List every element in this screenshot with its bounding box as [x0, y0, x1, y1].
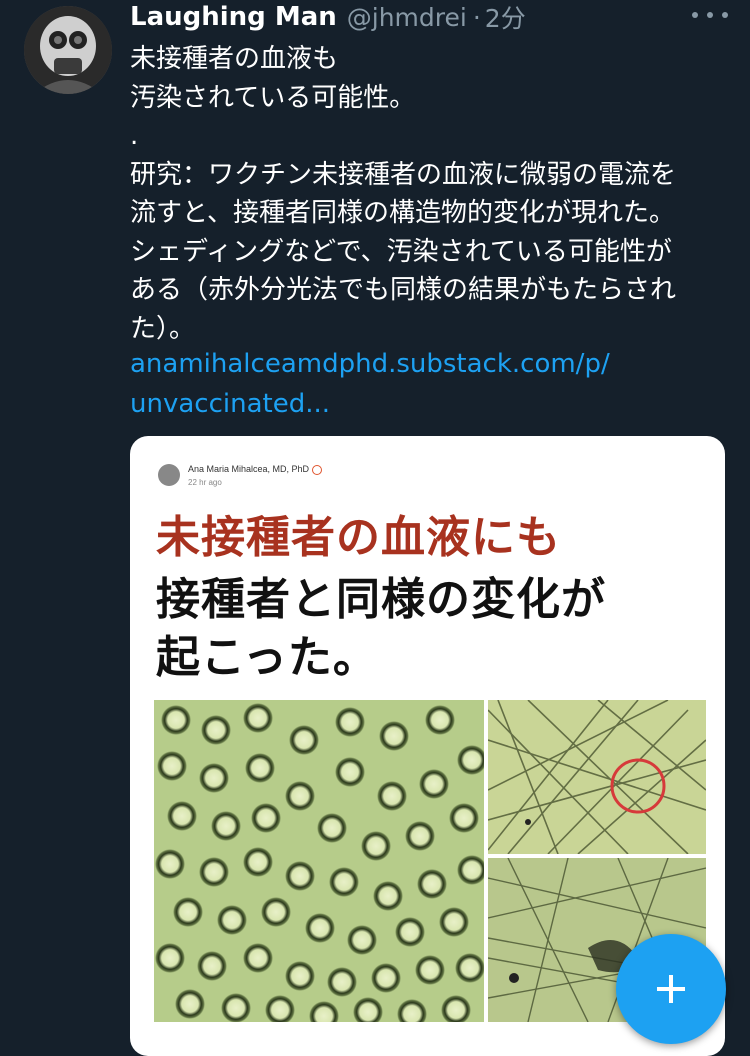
dot-icon [707, 12, 713, 18]
blood-cells-micrograph [154, 700, 484, 1022]
author-name[interactable]: Laughing Man [130, 2, 337, 32]
card-post-time: 22 hr ago [188, 478, 222, 487]
compose-tweet-button[interactable] [616, 934, 726, 1044]
avatar-image [24, 6, 112, 94]
link-line-1[interactable]: anamihalceamdphd.substack.com/p/ [130, 344, 710, 384]
dot-icon [722, 12, 728, 18]
card-author-name: Ana Maria Mihalcea, MD, PhD [188, 464, 323, 475]
fiber-micrograph-top [488, 700, 706, 854]
profile-avatar[interactable] [24, 6, 112, 94]
card-headline-line2: 接種者と同様の変化が [156, 574, 606, 625]
verified-badge-icon [312, 464, 323, 475]
blood-cells-image [154, 700, 484, 1022]
link-line-2[interactable]: unvaccinated... [130, 384, 710, 424]
card-headline-red: 未接種者の血液にも [156, 512, 561, 563]
tweet-timestamp[interactable]: 2分 [485, 0, 526, 35]
tweet-text: 未接種者の血液も 汚染されている可能性。 . 研究：ワクチン未接種者の血液に微弱… [130, 44, 677, 344]
compose-plus-icon [657, 975, 685, 1003]
card-author-avatar [158, 464, 180, 486]
author-handle[interactable]: @jhmdrei [347, 3, 467, 32]
card-headline-line3: 起こった。 [156, 632, 378, 683]
more-options-icon[interactable] [692, 12, 728, 22]
tweet-header: Laughing Man @jhmdrei · 2分 [130, 0, 526, 34]
dot-icon [692, 12, 698, 18]
tweet-link[interactable]: anamihalceamdphd.substack.com/p/ unvacci… [130, 344, 710, 424]
fiber-image-top [488, 700, 706, 854]
time-separator: · [472, 2, 481, 32]
